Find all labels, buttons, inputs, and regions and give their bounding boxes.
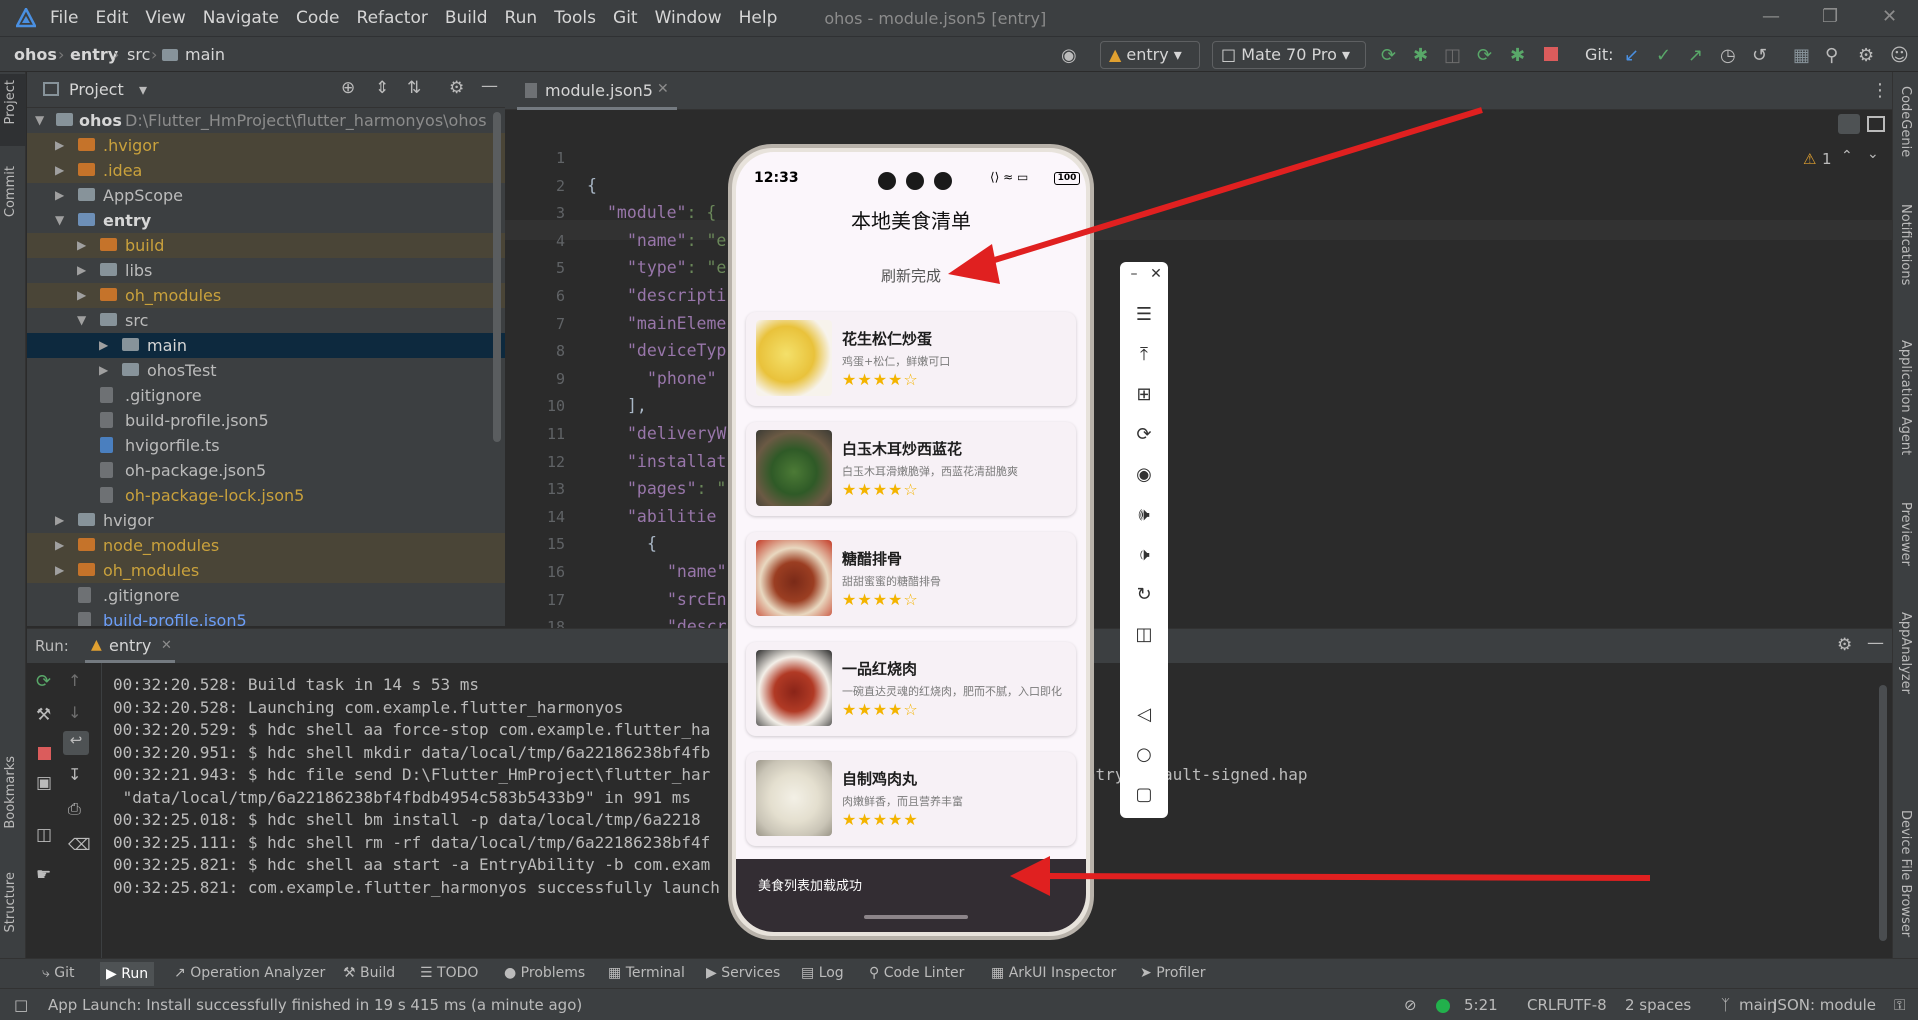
arrow-to-refresh-status [948, 107, 1483, 284]
arrow-to-toast [1010, 856, 1651, 896]
annotation-arrows [948, 107, 1651, 896]
